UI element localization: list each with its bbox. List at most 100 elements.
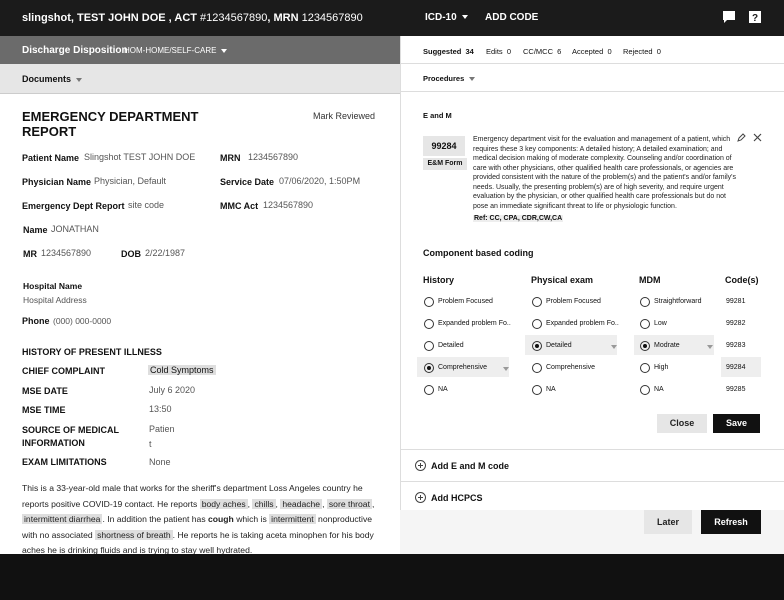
hospital-address: Hospital Address [23,295,87,305]
exam-radio-detailed[interactable] [532,341,542,351]
patient-name-value: Slingshot TEST JOHN DOE [84,152,196,162]
report-title-line1: EMERGENCY DEPARTMENT [22,109,199,124]
mrn-value: 1234567890 [248,152,299,162]
mse-date-value: July 6 2020 [149,385,196,395]
history-option: Problem Focused [438,298,493,305]
history-radio-comprehensive[interactable] [424,363,434,373]
mdm-radio-high[interactable] [640,363,650,373]
refresh-button[interactable]: Refresh [701,510,761,534]
em-title: E and M [423,111,452,120]
mdm-radio-na[interactable] [640,385,650,395]
mdm-radio-low[interactable] [640,319,650,329]
hpi-paragraph: This is a 33-year-old male that works fo… [22,483,375,554]
tab-edits[interactable]: Edits 0 [486,47,511,56]
highlighted-symptom[interactable]: chills [252,498,276,509]
chevron-down-icon[interactable] [702,342,713,351]
exam-limitations-label: EXAM LIMITATIONS [22,457,107,467]
mrn-value: 1234567890 [301,12,363,24]
mrn-label: MRN [220,153,241,163]
procedures-bar: Procedures [401,64,784,92]
mse-time-value: 13:50 [149,404,172,414]
add-icon[interactable] [415,460,426,471]
tab-rejected[interactable]: Rejected 0 [623,47,661,56]
disposition-dropdown[interactable]: HOM-HOME/SELF-CARE [124,46,228,55]
hpi-title: HISTORY OF PRESENT ILLNESS [22,347,162,357]
tab-cc-mcc[interactable]: CC/MCC 6 [523,47,561,56]
close-icon[interactable] [753,133,762,144]
tab-accepted[interactable]: Accepted 0 [572,47,612,56]
code-value: 99283 [726,342,746,349]
highlighted-symptom[interactable]: sore throat [326,498,372,509]
exam-radio-expanded[interactable] [532,319,542,329]
bottom-action-bar: Later Refresh [400,510,784,554]
dob-label: DOB [121,249,141,259]
chevron-down-icon[interactable] [498,364,509,373]
document-panel: Discharge Disposition HOM-HOME/SELF-CARE… [0,36,400,554]
edit-icon[interactable] [737,133,746,144]
history-radio-na[interactable] [424,385,434,395]
documents-dropdown[interactable]: Documents [22,74,83,84]
hospital-name: Hospital Name [23,281,83,291]
source-value-line1: Patien [149,424,175,434]
divider [401,481,784,482]
tab-suggested[interactable]: Suggested 34 [423,47,474,56]
history-radio-expanded[interactable] [424,319,434,329]
history-radio-detailed[interactable] [424,341,434,351]
chief-complaint-label: CHIEF COMPLAINT [22,366,105,376]
name-label: Name [23,225,48,235]
service-date-label: Service Date [220,177,275,187]
exam-radio-na[interactable] [532,385,542,395]
highlighted-symptom[interactable]: intermittent [269,514,316,524]
exam-radio-comprehensive[interactable] [532,363,542,373]
help-icon[interactable]: ? [748,10,762,24]
report-title-line2: REPORT [22,124,77,139]
em-form-button[interactable]: E&M Form [423,158,467,170]
highlighted-symptom[interactable]: body aches [199,498,248,509]
exam-radio-problem-focused[interactable] [532,297,542,307]
later-button[interactable]: Later [644,510,692,534]
dob-value: 2/22/1987 [145,248,186,258]
divider [401,449,784,450]
add-icon[interactable] [415,492,426,503]
source-label-line1: SOURCE OF MEDICAL [22,425,120,435]
codes-header: Code(s) [725,275,759,285]
history-header: History [423,275,455,285]
add-hcpcs-button[interactable]: Add HCPCS [431,493,483,503]
history-radio-problem-focused[interactable] [424,297,434,307]
highlighted-symptom[interactable]: intermittent diarrhea [22,514,103,524]
save-button[interactable]: Save [713,414,760,433]
physician-value: Physician, Default [94,176,167,186]
phone-label: Phone [22,316,50,326]
highlighted-symptom[interactable]: headache [280,498,323,509]
discharge-disposition-bar: Discharge Disposition HOM-HOME/SELF-CARE [0,36,400,64]
mmc-label: MMC Act [220,201,259,211]
mmc-value: 1234567890 [263,200,314,210]
procedures-dropdown[interactable]: Procedures [423,74,476,83]
add-code-button[interactable]: ADD CODE [485,12,538,23]
exam-option: Problem Focused [546,298,601,305]
mdm-option: High [654,364,669,371]
mdm-radio-straightforward[interactable] [640,297,650,307]
em-description: Emergency department visit for the evalu… [473,136,736,210]
close-button[interactable]: Close [657,414,707,433]
chief-complaint-value[interactable]: Cold Symptoms [148,365,216,375]
add-em-code-button[interactable]: Add E and M code [431,461,509,471]
phone-value: (000) 000-0000 [53,316,112,326]
highlighted-symptom[interactable]: shortness of breath [95,529,173,540]
service-date-value: 07/06/2020, 1:50PM [279,176,361,186]
exam-header: Physical exam [531,275,594,285]
code-system-dropdown[interactable]: ICD-10 [425,12,468,23]
disposition-label: Discharge Disposition [22,45,128,56]
mdm-radio-moderate[interactable] [640,341,650,351]
patient-name-label: Patient Name [22,153,80,163]
chevron-down-icon[interactable] [606,342,617,351]
em-code: 99284 [423,136,465,156]
history-option: Comprehensive [438,364,488,371]
mark-reviewed-button[interactable]: Mark Reviewed [313,111,375,121]
source-value-line2: t [149,439,152,449]
edr-value: site code [128,200,165,210]
physician-label: Physician Name [22,177,92,187]
history-option: Detailed [438,342,464,349]
em-reference: Ref: CC, CPA, CDR,CW,CA [473,215,564,222]
comment-icon[interactable] [722,10,736,24]
